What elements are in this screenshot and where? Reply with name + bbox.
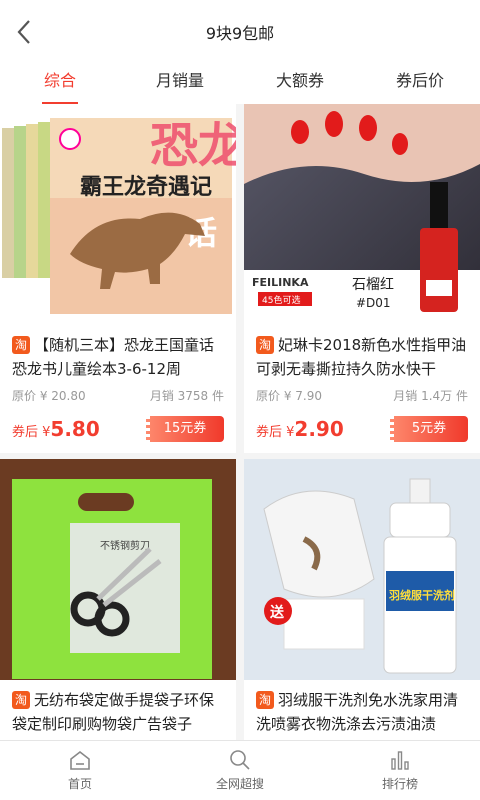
price-prefix: 券后 ¥ (256, 425, 295, 440)
tabbar-label: 排行榜 (381, 777, 418, 791)
tabbar-search[interactable]: 全网超搜 (160, 741, 320, 800)
product-grid: 霸王龙奇遇记 恐龙 话 淘【随机三本】恐龙王国童话 恐龙书儿童绘本3-6-12周… (0, 104, 480, 740)
brand-name: FEILINKA (252, 276, 309, 289)
product-name: 淘【随机三本】恐龙王国童话 恐龙书儿童绘本3-6-12周 (0, 325, 236, 383)
monthly-sales: 月销 3758 件 (149, 389, 224, 403)
product-title: 无纺布袋定做手提袋子环保袋定制印刷购物袋广告袋子 (12, 691, 215, 733)
coupon-button[interactable]: 5元券 (390, 416, 468, 442)
back-button[interactable] (6, 14, 42, 50)
product-image: 不锈钢剪刀 (0, 459, 236, 680)
coupon-price: 券后 ¥2.90 (256, 417, 344, 441)
app: 9块9包邮 综合 月销量 大额券 券后价 霸王龙奇遇记 恐龙 话 (0, 0, 480, 800)
price-row: 券后 ¥5.80 15元券 (0, 416, 236, 442)
product-title: 妃琳卡2018新色水性指甲油可剥无毒撕拉持久防水快干 (256, 336, 467, 378)
product-title: 羽绒服干洗剂免水洗家用清洗喷雾衣物洗涤去污渍油渍 (256, 691, 459, 733)
tab-monthly-sales[interactable]: 月销量 (120, 64, 240, 104)
product-image: FEILINKA 45色可选 石榴红 #D01 (244, 104, 480, 325)
product-card[interactable]: 霸王龙奇遇记 恐龙 话 淘【随机三本】恐龙王国童话 恐龙书儿童绘本3-6-12周… (0, 104, 236, 453)
scissors-label: 不锈钢剪刀 (100, 539, 150, 552)
tote-bag-image: 不锈钢剪刀 (0, 459, 236, 680)
taobao-badge: 淘 (256, 691, 274, 709)
original-price: 原价 ¥ 20.80 (12, 389, 86, 403)
price-row: 券后 ¥2.90 5元券 (244, 416, 480, 442)
coupon-price: 券后 ¥5.80 (12, 417, 100, 441)
filter-tabs: 综合 月销量 大额券 券后价 (0, 64, 480, 104)
coupon-button[interactable]: 15元券 (146, 416, 224, 442)
tabbar-ranking[interactable]: 排行榜 (320, 741, 480, 800)
price-value: 2.90 (294, 417, 344, 441)
brand-sub: 45色可选 (262, 294, 300, 306)
product-meta: 原价 ¥ 20.80 月销 3758 件 (0, 387, 236, 404)
monthly-sales: 月销 1.4万 件 (393, 389, 468, 403)
home-icon (70, 750, 90, 770)
price-value: 5.80 (50, 417, 100, 441)
bottle-text: 羽绒服干洗剂 (389, 588, 455, 602)
search-icon (230, 750, 250, 770)
page-title: 9块9包邮 (205, 24, 275, 43)
product-card[interactable]: 送 羽绒服干洗剂 淘羽绒服干洗剂免水洗家用清洗喷雾衣物洗涤去污渍油渍 (244, 459, 480, 740)
tabbar-label: 全网超搜 (215, 777, 264, 791)
chevron-left-icon (17, 20, 30, 44)
original-price: 原价 ¥ 7.90 (256, 389, 322, 403)
color-code: #D01 (356, 296, 391, 310)
product-card[interactable]: 不锈钢剪刀 淘无纺布袋定做手提袋子环保袋定制印刷购物袋广告袋子 (0, 459, 236, 740)
bottom-tabbar: 首页 全网超搜 排行榜 (0, 740, 480, 800)
ranking-icon (391, 751, 409, 770)
dinosaur-books-image: 霸王龙奇遇记 恐龙 话 (0, 104, 236, 325)
product-meta: 原价 ¥ 7.90 月销 1.4万 件 (244, 387, 480, 404)
tab-big-coupon[interactable]: 大额券 (240, 64, 360, 104)
nail-polish-image: FEILINKA 45色可选 石榴红 #D01 (244, 104, 480, 325)
tab-after-coupon-price[interactable]: 券后价 (360, 64, 480, 104)
product-card[interactable]: FEILINKA 45色可选 石榴红 #D01 淘妃琳卡2018新色水性指甲油可… (244, 104, 480, 453)
gift-badge: 送 (269, 604, 285, 621)
tabbar-home[interactable]: 首页 (0, 741, 160, 800)
cleaner-spray-image: 送 羽绒服干洗剂 (244, 459, 480, 680)
taobao-badge: 淘 (256, 336, 274, 354)
product-name: 淘无纺布袋定做手提袋子环保袋定制印刷购物袋广告袋子 (0, 680, 236, 738)
product-name: 淘妃琳卡2018新色水性指甲油可剥无毒撕拉持久防水快干 (244, 325, 480, 383)
product-title: 【随机三本】恐龙王国童话 恐龙书儿童绘本3-6-12周 (12, 336, 215, 378)
product-image: 送 羽绒服干洗剂 (244, 459, 480, 680)
price-prefix: 券后 ¥ (12, 425, 51, 440)
book-title: 霸王龙奇遇记 (80, 174, 212, 200)
header: 9块9包邮 (0, 0, 480, 64)
taobao-badge: 淘 (12, 691, 30, 709)
tabbar-label: 首页 (67, 777, 92, 791)
product-image: 霸王龙奇遇记 恐龙 话 (0, 104, 236, 325)
product-name: 淘羽绒服干洗剂免水洗家用清洗喷雾衣物洗涤去污渍油渍 (244, 680, 480, 738)
color-name: 石榴红 (352, 277, 394, 293)
taobao-badge: 淘 (12, 336, 30, 354)
book-side-text: 恐龙 (150, 118, 236, 174)
tab-comprehensive[interactable]: 综合 (0, 64, 120, 104)
